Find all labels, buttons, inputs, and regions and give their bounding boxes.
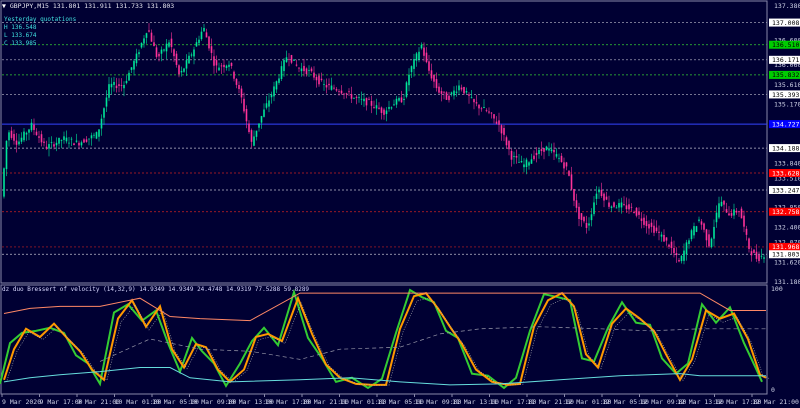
candle [405, 81, 408, 99]
svg-text:131.803: 131.803 [772, 251, 799, 259]
svg-text:133.628: 133.628 [772, 169, 799, 177]
price-tag: 134.727 [769, 120, 800, 128]
price-tag: 136.171 [769, 55, 800, 64]
yesterday-high: H 136.548 [4, 24, 37, 31]
price-tag: 135.832 [769, 70, 800, 79]
indicator-axis-top: 100 [771, 285, 783, 293]
price-tag: 134.188 [769, 144, 800, 152]
price-tag: 137.008 [769, 18, 800, 27]
yesterday-close: C 133.985 [4, 40, 37, 47]
price-tag: 135.393 [769, 90, 800, 99]
price-tag: 133.247 [769, 185, 800, 194]
time-tick: 9 Mar 2020 [2, 398, 41, 406]
svg-text:133.247: 133.247 [772, 186, 799, 194]
dropdown-icon[interactable]: ▼ [2, 2, 10, 10]
candle [95, 131, 98, 140]
svg-text:134.188: 134.188 [772, 144, 799, 152]
price-tick: 137.380 [774, 2, 800, 10]
candle [710, 237, 713, 249]
svg-text:134.727: 134.727 [772, 120, 799, 128]
symbol-line: GBPJPY,M15 131.801 131.911 131.733 131.8… [9, 2, 175, 10]
time-tick: 12 Mar 21:00 [752, 398, 799, 406]
yesterday-title: Yesterday quotations [4, 16, 77, 23]
price-tag: 136.510 [769, 40, 800, 49]
price-axis: 137.380136.600136.060135.610135.170134.1… [769, 2, 800, 286]
price-chart[interactable]: 137.380136.600136.060135.610135.170134.1… [0, 0, 800, 408]
candle [568, 169, 570, 177]
yesterday-low: L 133.674 [4, 32, 37, 39]
price-tag: 132.758 [769, 207, 800, 216]
price-tick: 131.620 [774, 258, 800, 266]
indicator-label: dz duo Bressert of velocity (14,32,9) 14… [2, 286, 310, 293]
candle [293, 59, 295, 61]
price-tick: 132.400 [774, 224, 800, 232]
candle [3, 167, 5, 199]
svg-text:135.393: 135.393 [772, 91, 799, 99]
svg-text:137.008: 137.008 [772, 19, 799, 27]
candle [445, 91, 448, 100]
svg-text:132.758: 132.758 [772, 208, 799, 216]
chart-header: ▼ GBPJPY,M15 131.801 131.911 131.733 131… [2, 2, 174, 10]
indicator-axis-bottom: 0 [771, 386, 775, 394]
yesterday-quotations: Yesterday quotations H 136.548 L 133.674… [4, 16, 76, 48]
svg-text:136.171: 136.171 [772, 56, 799, 64]
price-tag: 131.803 [769, 250, 800, 259]
price-tag: 133.628 [769, 169, 800, 177]
price-tick: 135.610 [774, 81, 800, 89]
candle [695, 225, 698, 233]
price-tick: 135.170 [774, 100, 800, 108]
price-tick: 133.840 [774, 160, 800, 168]
svg-text:136.510: 136.510 [772, 41, 799, 49]
svg-text:135.832: 135.832 [772, 71, 799, 79]
